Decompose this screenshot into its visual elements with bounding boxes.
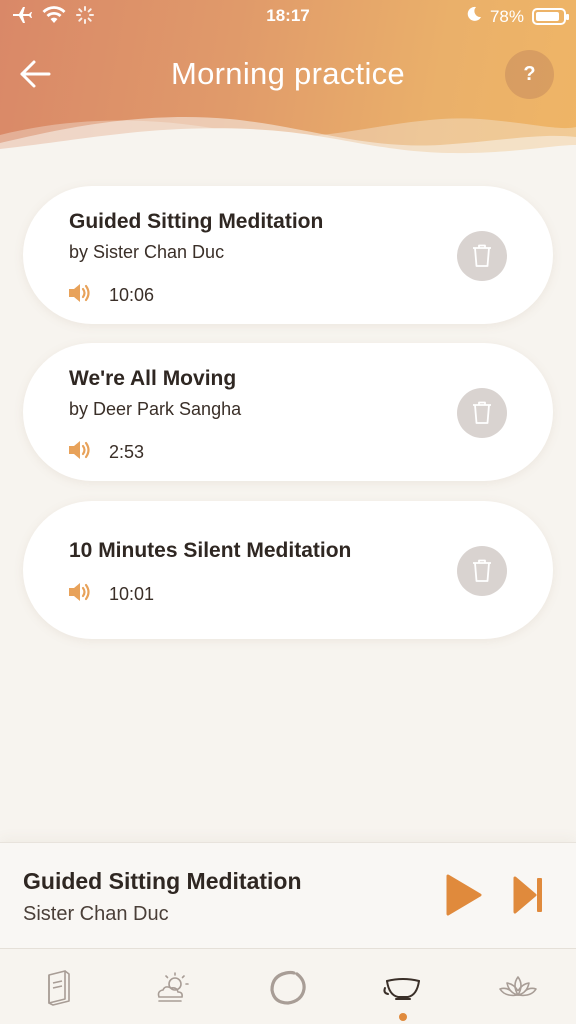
help-button[interactable]: ? — [505, 50, 554, 99]
delete-button[interactable] — [457, 388, 507, 438]
delete-button[interactable] — [457, 231, 507, 281]
trash-icon — [473, 244, 491, 267]
list-item[interactable]: We're All Moving by Deer Park Sangha 2:5… — [23, 343, 553, 481]
list-item[interactable]: Guided Sitting Meditation by Sister Chan… — [23, 186, 553, 324]
skip-next-icon — [513, 876, 542, 914]
play-icon — [446, 874, 482, 916]
tab-weather[interactable] — [148, 963, 198, 1013]
tab-library[interactable] — [33, 963, 83, 1013]
item-duration-row: 10:01 — [67, 581, 154, 608]
item-author: by Sister Chan Duc — [69, 242, 225, 262]
tea-bowl-icon — [383, 978, 420, 1000]
item-duration: 2:53 — [109, 442, 145, 462]
audio-icon — [67, 282, 93, 309]
enso-circle-icon — [270, 970, 306, 1005]
lotus-icon — [499, 976, 537, 997]
skip-next-button[interactable] — [512, 873, 546, 917]
page-title: Morning practice — [171, 56, 405, 91]
list-item[interactable]: 10 Minutes Silent Meditation 10:01 — [23, 501, 553, 639]
item-title: We're All Moving — [69, 367, 237, 390]
book-icon — [48, 970, 70, 1006]
tab-practice[interactable] — [378, 963, 428, 1013]
item-duration: 10:01 — [109, 584, 155, 604]
battery-icon — [532, 8, 569, 25]
item-title: Guided Sitting Meditation — [69, 210, 324, 233]
tab-lotus[interactable] — [493, 963, 543, 1013]
trash-icon — [473, 401, 491, 424]
tab-meditate[interactable] — [263, 963, 313, 1013]
play-button[interactable] — [444, 873, 484, 917]
item-duration-row: 10:06 — [67, 282, 154, 309]
audio-icon — [67, 439, 93, 466]
item-duration-row: 2:53 — [67, 439, 144, 466]
player-title: Guided Sitting Meditation — [23, 868, 302, 894]
item-duration: 10:06 — [109, 285, 155, 305]
battery-percent: 78% — [489, 6, 524, 26]
header-waves — [0, 117, 576, 165]
item-author: by Deer Park Sangha — [69, 399, 242, 419]
status-bar: 18:17 78% — [0, 0, 576, 32]
trash-icon — [473, 559, 491, 582]
delete-button[interactable] — [457, 546, 507, 596]
weather-icon — [157, 972, 189, 1002]
moon-icon — [466, 6, 482, 27]
active-tab-indicator — [399, 1013, 407, 1021]
tab-bar — [0, 948, 576, 1024]
item-title: 10 Minutes Silent Meditation — [69, 539, 352, 562]
mini-player[interactable]: Guided Sitting Meditation Sister Chan Du… — [0, 842, 576, 948]
header: 18:17 78% Morning practice ? — [0, 0, 576, 165]
audio-icon — [67, 581, 93, 608]
player-author: Sister Chan Duc — [23, 903, 169, 925]
